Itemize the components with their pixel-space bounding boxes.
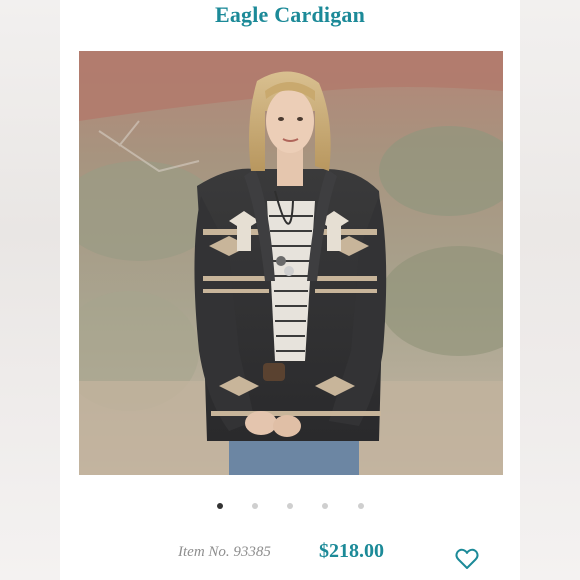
right-gutter: [520, 0, 580, 580]
carousel-dot-5[interactable]: [358, 503, 364, 509]
left-gutter: [0, 0, 60, 580]
product-card: Eagle Cardigan Item No. 93385 $218.00: [60, 0, 520, 580]
product-title: Eagle Cardigan: [214, 2, 366, 27]
carousel-dot-2[interactable]: [252, 503, 258, 509]
carousel-dot-1[interactable]: [217, 503, 223, 509]
product-photo-woman-cardigan: [79, 51, 503, 475]
product-image[interactable]: [79, 51, 503, 475]
product-price: $218.00: [319, 540, 384, 562]
carousel-dot-3[interactable]: [287, 503, 293, 509]
carousel-dot-4[interactable]: [322, 503, 328, 509]
heart-outline-icon[interactable]: [454, 546, 480, 572]
carousel-indicators: [60, 503, 520, 513]
item-number: Item No. 93385: [178, 544, 271, 560]
